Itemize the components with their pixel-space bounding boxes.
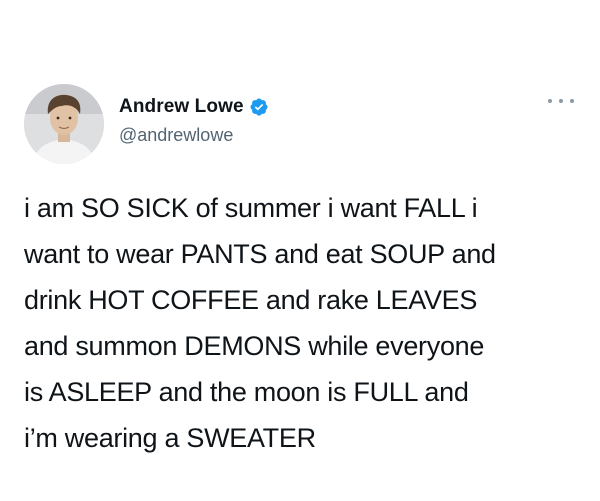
tweet-header: Andrew Lowe @andrewlowe: [24, 84, 576, 164]
tweet-text-line: drink HOT COFFEE and rake LEAVES: [24, 285, 478, 315]
tweet-text-line: want to wear PANTS and eat SOUP and: [24, 239, 496, 269]
tweet-text: i am SO SICK of summer i want FALL i wan…: [24, 185, 576, 461]
tweet-card: Andrew Lowe @andrewlowe i am SO SICK of …: [0, 0, 600, 501]
author-handle[interactable]: @andrewlowe: [119, 125, 269, 146]
tweet-text-line: i am SO SICK of summer i want FALL i: [24, 193, 478, 223]
tweet-text-line: is ASLEEP and the moon is FULL and: [24, 377, 469, 407]
avatar-image: [24, 84, 104, 164]
tweet-text-line: and summon DEMONS while everyone: [24, 331, 485, 361]
author-names: Andrew Lowe @andrewlowe: [119, 95, 269, 146]
display-name[interactable]: Andrew Lowe: [119, 96, 244, 118]
verified-badge-icon: [249, 97, 269, 117]
tweet-text-line: i’m wearing a SWEATER: [24, 423, 316, 453]
more-options-icon[interactable]: [548, 93, 574, 109]
avatar[interactable]: [24, 84, 104, 164]
display-name-row: Andrew Lowe: [119, 95, 269, 119]
